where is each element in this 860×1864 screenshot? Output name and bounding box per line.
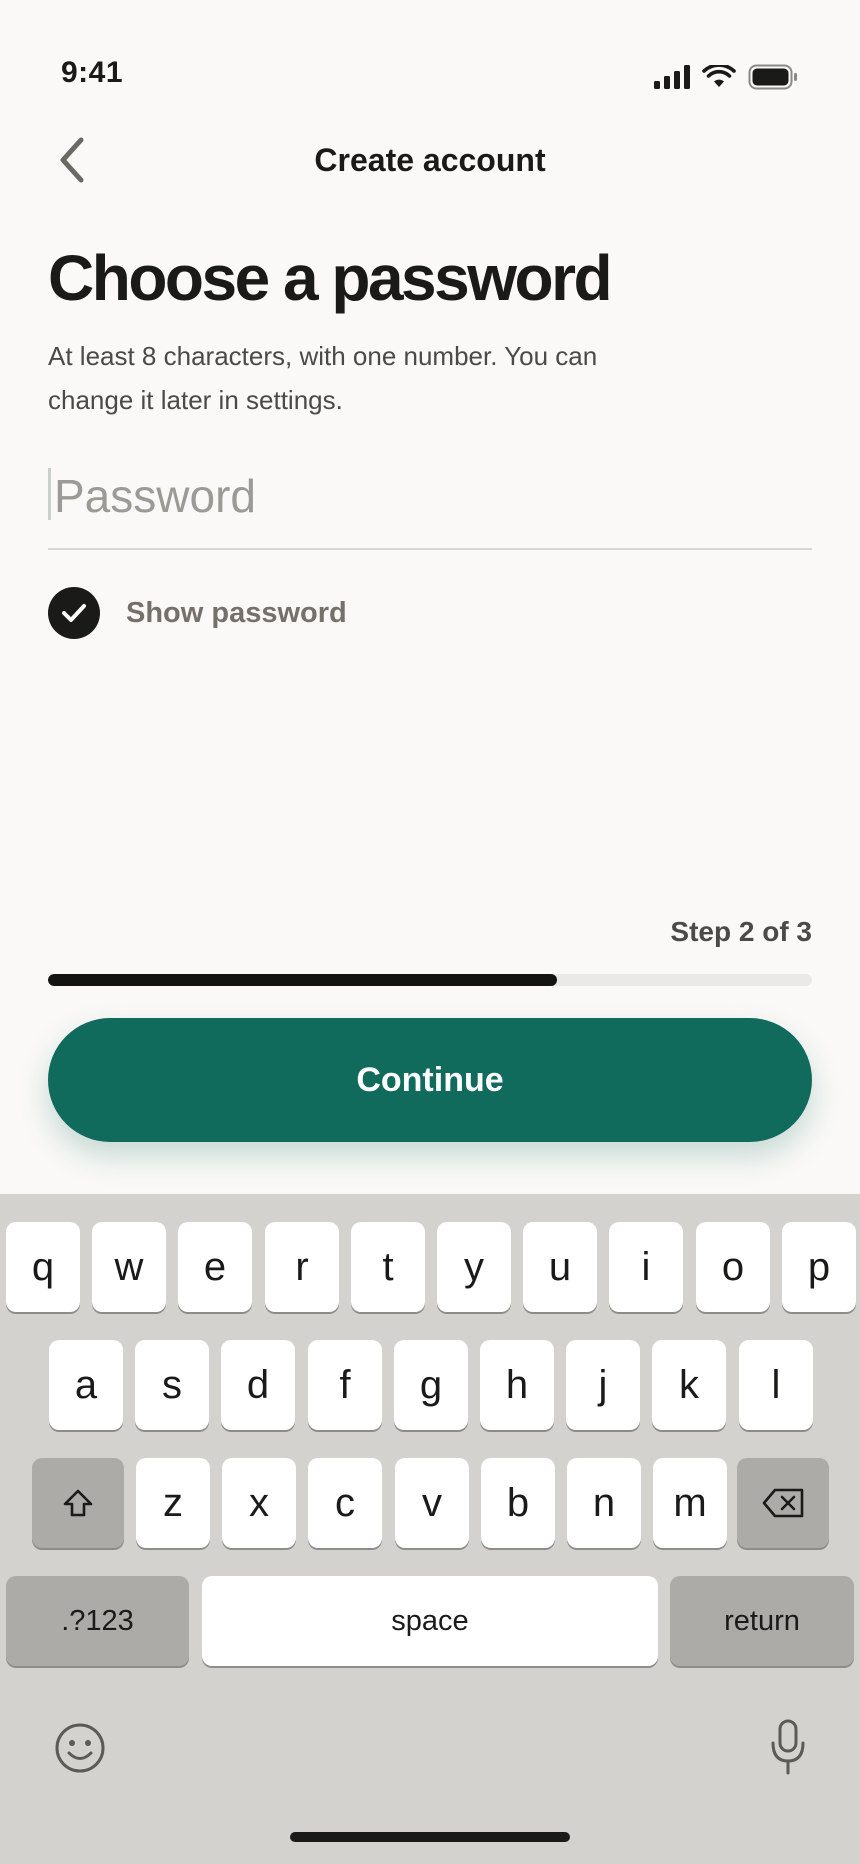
key-o[interactable]: o [696,1222,770,1312]
page-subtitle: At least 8 characters, with one number. … [48,341,598,415]
key-v[interactable]: v [395,1458,469,1548]
emoji-icon [55,1723,105,1773]
key-r[interactable]: r [265,1222,339,1312]
backspace-icon [762,1488,804,1518]
show-password-label: Show password [126,596,347,629]
nav-bar: Create account [0,120,860,204]
show-password-toggle[interactable]: Show password [48,587,347,639]
key-y[interactable]: y [437,1222,511,1312]
shift-key[interactable] [32,1458,124,1548]
key-q[interactable]: q [6,1222,80,1312]
key-a[interactable]: a [49,1340,123,1430]
return-key[interactable]: return [670,1576,854,1666]
status-time: 9:41 [61,56,124,89]
microphone-icon [771,1719,805,1775]
step-indicator: Step 2 of 3 [670,916,812,947]
progress-bar-fill [48,974,558,986]
show-password-checkbox[interactable] [48,587,100,639]
key-j[interactable]: j [566,1340,640,1430]
delete-key[interactable] [737,1458,829,1548]
progress-bar [48,974,812,986]
key-e[interactable]: e [178,1222,252,1312]
key-f[interactable]: f [308,1340,382,1430]
keyboard: .?123 space return qwertyuiop asdfghjkl zx… [0,1194,860,1864]
emoji-button[interactable] [52,1720,108,1776]
text-cursor [48,468,51,520]
key-i[interactable]: i [609,1222,683,1312]
nav-title: Create account [314,142,546,178]
key-x[interactable]: x [222,1458,296,1548]
space-key[interactable]: space [202,1576,658,1666]
key-p[interactable]: p [782,1222,856,1312]
cellular-signal-icon [654,65,690,94]
continue-button[interactable]: Continue [48,1018,812,1142]
key-l[interactable]: l [739,1340,813,1430]
password-field [48,464,812,550]
key-s[interactable]: s [135,1340,209,1430]
key-m[interactable]: m [653,1458,727,1548]
key-b[interactable]: b [481,1458,555,1548]
home-indicator [290,1832,570,1842]
checkmark-icon [62,604,86,622]
key-z[interactable]: z [136,1458,210,1548]
key-w[interactable]: w [92,1222,166,1312]
key-d[interactable]: d [221,1340,295,1430]
key-u[interactable]: u [523,1222,597,1312]
numbers-key[interactable]: .?123 [6,1576,189,1666]
key-k[interactable]: k [652,1340,726,1430]
key-t[interactable]: t [351,1222,425,1312]
key-c[interactable]: c [308,1458,382,1548]
key-h[interactable]: h [480,1340,554,1430]
page-heading: Choose a password [48,242,613,314]
shift-icon [63,1489,93,1517]
status-bar: 9:41 [0,0,860,110]
password-input[interactable] [54,464,794,528]
key-n[interactable]: n [567,1458,641,1548]
battery-icon [748,64,798,95]
key-g[interactable]: g [394,1340,468,1430]
wifi-icon [702,63,736,94]
dictation-button[interactable] [766,1716,810,1778]
status-icons [654,63,798,95]
